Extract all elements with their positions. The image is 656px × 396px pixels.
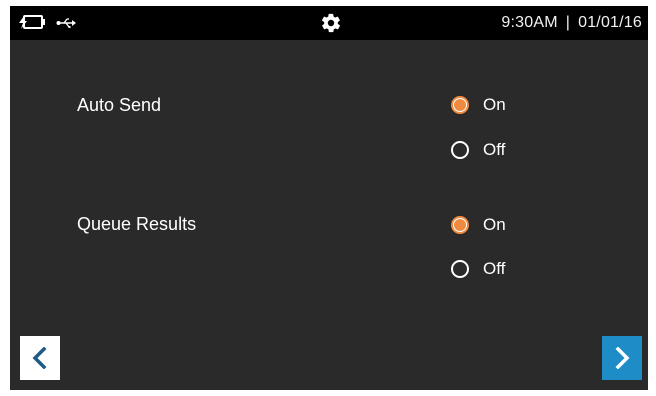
auto-send-off-option[interactable]: Off bbox=[451, 140, 505, 160]
radio-unselected-icon[interactable] bbox=[451, 260, 469, 278]
usb-icon bbox=[56, 16, 76, 34]
queue-results-label: Queue Results bbox=[77, 214, 197, 234]
radio-selected-icon[interactable] bbox=[451, 216, 469, 234]
queue-results-off-option[interactable]: Off bbox=[451, 259, 505, 279]
status-bar: 9:30AM | 01/01/16 bbox=[10, 6, 648, 40]
queue-results-off-label: Off bbox=[483, 259, 506, 278]
queue-results-on-option[interactable]: On bbox=[451, 215, 506, 235]
date-text: 01/01/16 bbox=[578, 14, 642, 31]
queue-results-on-label: On bbox=[483, 215, 506, 234]
auto-send-label: Auto Send bbox=[77, 95, 162, 115]
auto-send-on-option[interactable]: On bbox=[451, 95, 506, 115]
radio-unselected-icon[interactable] bbox=[451, 141, 469, 159]
datetime-display: 9:30AM | 01/01/16 bbox=[501, 14, 642, 32]
gear-icon[interactable] bbox=[320, 12, 342, 34]
time-text: 9:30AM bbox=[501, 14, 558, 31]
back-button[interactable] bbox=[20, 336, 60, 380]
auto-send-off-label: Off bbox=[483, 140, 506, 159]
battery-charging-icon bbox=[18, 14, 46, 35]
auto-send-on-label: On bbox=[483, 95, 506, 114]
device-screen: 9:30AM | 01/01/16 Auto Send On Off Queue R… bbox=[10, 6, 648, 390]
chevron-left-icon bbox=[32, 347, 47, 369]
chevron-right-icon bbox=[615, 347, 630, 369]
next-button[interactable] bbox=[602, 336, 642, 380]
datetime-separator: | bbox=[565, 14, 571, 31]
status-icons-left bbox=[18, 14, 76, 35]
radio-selected-icon[interactable] bbox=[451, 96, 469, 114]
